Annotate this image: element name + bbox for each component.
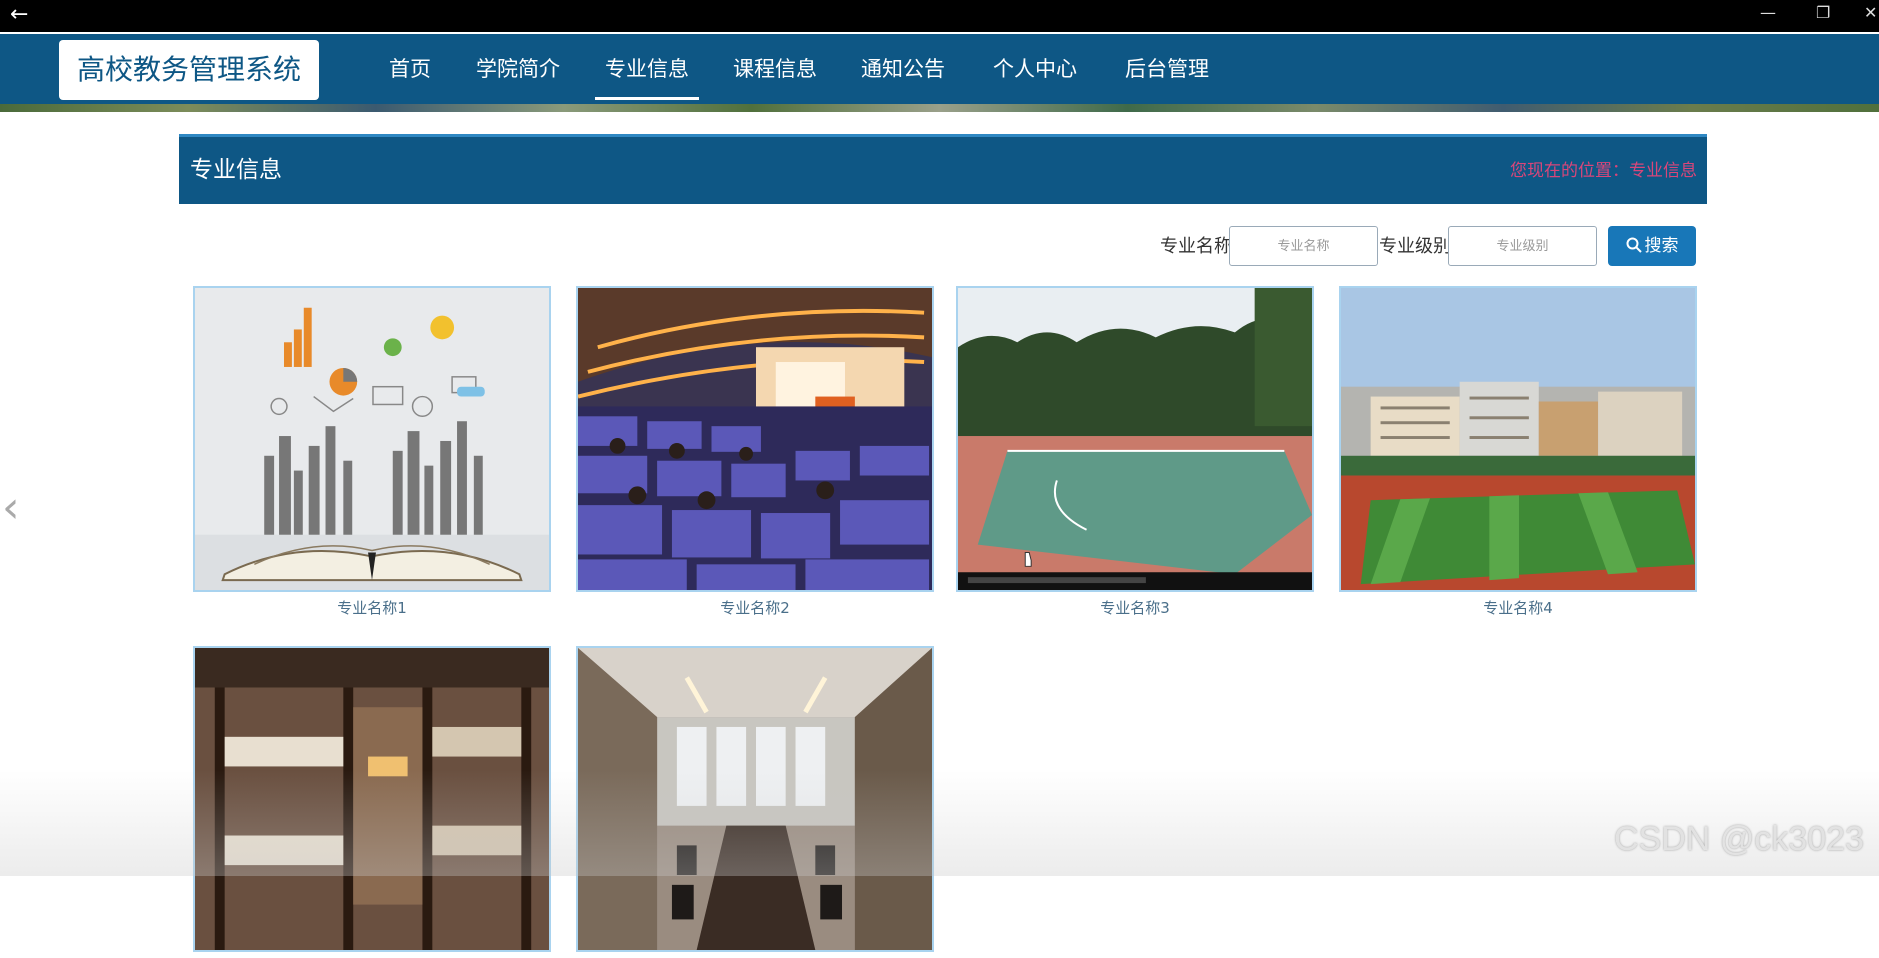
csdn-watermark: CSDN @ck3023 [1614,820,1864,858]
nav-admin[interactable]: 后台管理 [1125,54,1209,84]
top-navbar: 高校教务管理系统 首页 学院简介 专业信息 课程信息 通知公告 个人中心 后台管… [0,34,1879,112]
major-card[interactable] [193,646,551,958]
major-caption[interactable]: 专业名称4 [1339,598,1697,618]
major-caption[interactable]: 专业名称3 [956,598,1314,618]
minimize-icon[interactable]: — [1760,2,1776,24]
major-image[interactable] [576,286,934,592]
major-name-label: 专业名称 [1160,236,1232,257]
major-name-input[interactable] [1229,226,1378,266]
major-caption[interactable]: 专业名称1 [193,598,551,618]
dormitory-bunk-beds-image [195,648,549,950]
conference-room-image [578,648,932,950]
book-infographic-image [195,288,549,590]
major-image[interactable] [193,286,551,592]
window-titlebar: ← — ❐ ✕ [0,0,1879,32]
major-card[interactable]: 专业名称4 [1339,286,1697,618]
major-level-input[interactable] [1448,226,1597,266]
close-icon[interactable]: ✕ [1864,2,1877,24]
banner-strip [0,104,1879,112]
basketball-court-image [958,288,1312,590]
section-header: 专业信息 您现在的位置：专业信息 [179,134,1707,204]
major-level-label: 专业级别 [1379,236,1451,257]
search-icon [1626,237,1642,253]
site-logo[interactable]: 高校教务管理系统 [59,40,319,100]
major-image[interactable] [1339,286,1697,592]
major-image[interactable] [193,646,551,952]
search-button-label: 搜索 [1644,236,1679,255]
restore-icon[interactable]: ❐ [1816,2,1830,24]
major-card[interactable] [576,646,934,958]
major-card[interactable]: 专业名称2 [576,286,934,618]
lecture-hall-image [578,288,932,590]
nav-notices[interactable]: 通知公告 [861,54,945,84]
major-card[interactable]: 专业名称3 [956,286,1314,618]
back-arrow-icon[interactable]: ← [10,2,28,28]
major-image[interactable] [576,646,934,952]
nav-college-intro[interactable]: 学院简介 [476,54,560,84]
nav-home[interactable]: 首页 [389,54,431,84]
campus-sports-field-image [1341,288,1695,590]
carousel-prev-icon[interactable]: ‹ [2,486,20,530]
major-image[interactable] [956,286,1314,592]
nav-major-info[interactable]: 专业信息 [595,54,699,100]
major-card[interactable]: 专业名称1 [193,286,551,618]
nav-personal-center[interactable]: 个人中心 [993,54,1077,84]
section-title: 专业信息 [190,157,282,183]
nav-course-info[interactable]: 课程信息 [733,54,817,84]
major-caption[interactable]: 专业名称2 [576,598,934,618]
breadcrumb[interactable]: 您现在的位置：专业信息 [1510,159,1697,183]
search-button[interactable]: 搜索 [1608,226,1696,266]
